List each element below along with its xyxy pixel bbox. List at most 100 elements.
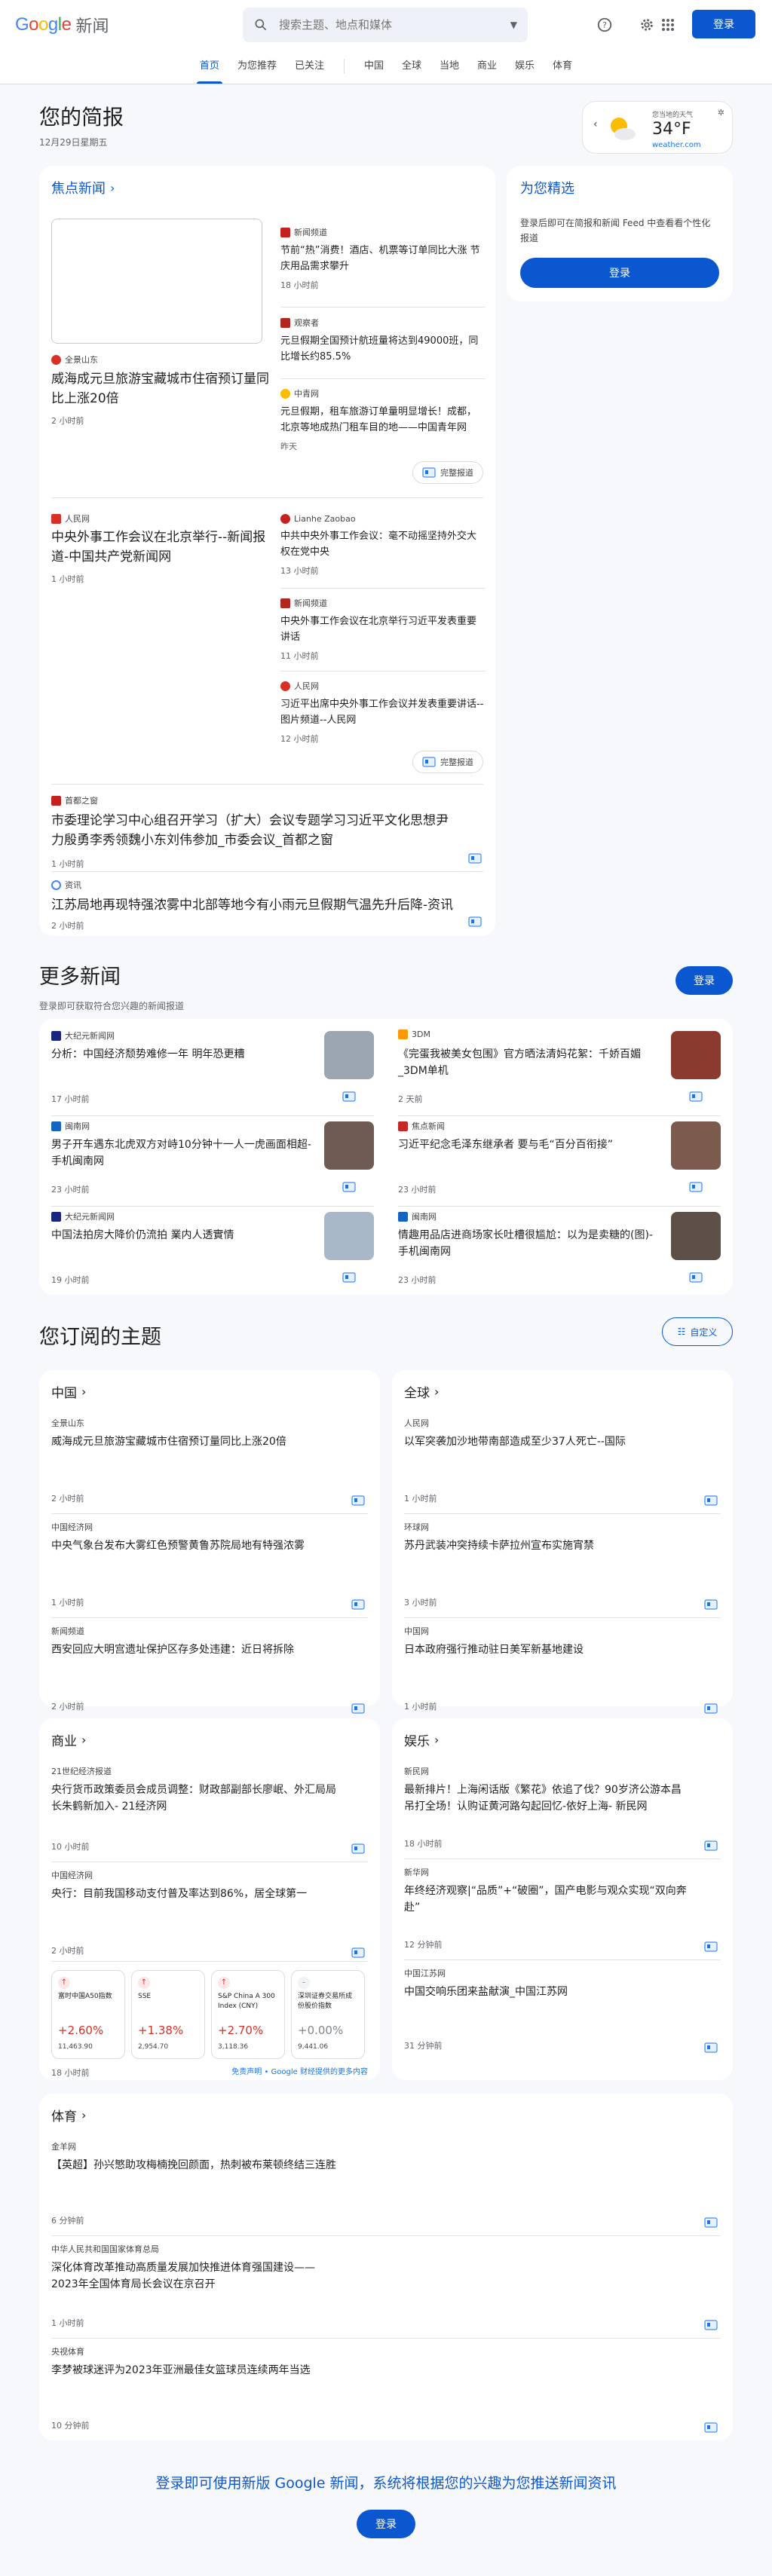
topic-story[interactable]: 中华人民共和国国家体育总局 深化体育改革推动高质量发展加快推进体育强国建设——20… [51, 2243, 721, 2335]
full-coverage-icon[interactable] [342, 1091, 356, 1102]
story-image[interactable] [51, 219, 262, 344]
tab-local[interactable]: 当地 [430, 49, 468, 84]
full-coverage-icon[interactable] [704, 1703, 718, 1714]
topic-story[interactable]: 全景山东 威海成元旦旅游宝藏城市住宿预订量同比上涨20倍 2 小时前 [51, 1417, 368, 1510]
full-coverage-icon[interactable] [704, 2320, 718, 2330]
full-coverage-icon[interactable] [704, 1840, 718, 1851]
weather-source[interactable]: weather.com [652, 141, 701, 149]
tab-world[interactable]: 全球 [393, 49, 430, 84]
header-signin-button[interactable]: 登录 [692, 10, 755, 38]
customize-button[interactable]: ☷ 自定义 [662, 1317, 733, 1346]
markets-disclaimer-link[interactable]: 免责声明 • Google 财经提供的更多内容 [231, 2065, 368, 2076]
headline[interactable]: 威海成元旦旅游宝藏城市住宿预订量同比上涨20倍 [51, 369, 270, 408]
story-thumbnail[interactable] [324, 1031, 374, 1079]
more-news-item[interactable]: 闽南网 情趣用品店进商场家长吐槽很尴尬：以为是卖糖的(图)-手机闽南网 23 小时前 [398, 1210, 721, 1292]
full-coverage-icon[interactable] [704, 1941, 718, 1952]
full-coverage-icon[interactable] [351, 1843, 365, 1854]
topic-heading[interactable]: 商业 › [51, 1730, 86, 1749]
topic-heading[interactable]: 全球 › [404, 1382, 439, 1401]
tab-china[interactable]: 中国 [355, 49, 393, 84]
chevron-down-icon[interactable]: ▼ [510, 20, 517, 30]
related-story[interactable]: 新闻频道 中央外事工作会议在北京举行习近平发表重要讲话 11 小时前 [280, 597, 486, 662]
market-tile[interactable]: ↑ S&P China A 300 Index (CNY) +2.70% 3,118.… [211, 1970, 285, 2059]
full-coverage-icon[interactable] [342, 1272, 356, 1283]
tab-sports[interactable]: 体育 [544, 49, 581, 84]
full-coverage-icon[interactable] [468, 853, 482, 864]
more-news-item[interactable]: 大纪元新闻网 中国法拍房大降价仍流拍 業内人透實情 19 小时前 [51, 1210, 374, 1292]
weather-label: 您当地的天气 [652, 112, 694, 119]
tab-following[interactable]: 已关注 [286, 49, 333, 84]
story-card[interactable]: 首都之窗 市委理论学习中心组召开学习（扩大）会议专题学习习近平文化思想尹力殷勇李… [51, 794, 483, 870]
full-coverage-icon[interactable] [704, 2422, 718, 2433]
more-news-item[interactable]: 3DM 《完蛋我被美女包围》官方晒法清妈花絮：千娇百媚_3DM单机 2 天前 [398, 1029, 721, 1111]
topic-story[interactable]: 中国江苏网 中国交响乐团来盐献演_中国江苏网 31 分钟前 [404, 1967, 721, 2057]
search-bar[interactable]: ▼ [243, 8, 528, 42]
topic-story[interactable]: 21世纪经济报道 央行货币政策委员会成员调整：财政部副部长廖岷、外汇局局长朱鹤新加… [51, 1765, 368, 1859]
full-coverage-icon[interactable] [704, 2217, 718, 2228]
topic-heading[interactable]: 体育 › [51, 2106, 86, 2125]
related-story[interactable]: 中青网 元旦假期，租车旅游订单量明显增长！成都，北京等地成热门租车目的地——中国… [280, 387, 486, 452]
market-tile[interactable]: ↑ 富时中国A50指数 +2.60% 11,463.90 [51, 1970, 125, 2059]
market-tile[interactable]: ↑ SSE +1.38% 2,954.70 [131, 1970, 205, 2059]
google-news-logo[interactable]: Google 新闻 [15, 13, 241, 37]
help-icon[interactable]: ? [593, 13, 617, 37]
topic-story[interactable]: 中国网 日本政府强行推动驻日美军新基地建设 1 小时前 [404, 1625, 721, 1718]
tab-business[interactable]: 商业 [468, 49, 506, 84]
full-coverage-icon[interactable] [689, 1182, 703, 1192]
topic-story[interactable]: 新民网 最新排片！上海闲话版《繁花》依追了伐？90岁济公游本昌吊打全场！认购证黄河… [404, 1765, 721, 1856]
footer-signin-button[interactable]: 登录 [357, 2510, 415, 2538]
topic-story[interactable]: 中国经济网 中央气象台发布大雾红色预警黄鲁苏院局地有特强浓雾 1 小时前 [51, 1521, 368, 1614]
topic-heading[interactable]: 娱乐 › [404, 1730, 439, 1749]
story-card[interactable]: 资讯 江苏局地再现特强浓雾中北部等地今有小雨元旦假期气温先升后降-资讯 [51, 868, 483, 915]
market-tile[interactable]: – 深圳证券交易所成份股价指数 +0.00% 9,441.06 [291, 1970, 365, 2059]
picks-signin-button[interactable]: 登录 [520, 258, 719, 288]
tab-home[interactable]: 首页 [191, 49, 228, 84]
weather-widget[interactable]: ‹ 您当地的天气 34°F weather.com ✲ [582, 101, 733, 154]
story-thumbnail[interactable] [671, 1121, 721, 1170]
full-coverage-icon[interactable] [704, 1599, 718, 1610]
tab-for-you[interactable]: 为您推荐 [228, 49, 286, 84]
story-thumbnail[interactable] [671, 1212, 721, 1260]
tab-entertainment[interactable]: 娱乐 [506, 49, 544, 84]
full-coverage-icon[interactable] [689, 1091, 703, 1102]
full-coverage-button[interactable]: 完整报道 [412, 461, 483, 484]
full-coverage-icon[interactable] [351, 1599, 365, 1610]
top-stories-heading[interactable]: 焦点新闻 › [51, 178, 115, 197]
full-coverage-button[interactable]: 完整报道 [412, 751, 483, 773]
more-news-item[interactable]: 大纪元新闻网 分析：中国经济颓势难修一年 明年恐更糟 17 小时前 [51, 1029, 374, 1111]
gear-icon[interactable]: ✲ [718, 108, 725, 118]
search-input[interactable] [279, 18, 510, 32]
full-coverage-icon[interactable] [689, 1272, 703, 1283]
full-coverage-icon[interactable] [704, 1495, 718, 1506]
more-signin-button[interactable]: 登录 [676, 966, 733, 995]
related-story[interactable]: 观察者 元旦假期全国预计航班量将达到49000班，同比增长约85.5% [280, 317, 486, 365]
chevron-left-icon[interactable]: ‹ [593, 118, 598, 130]
story-thumbnail[interactable] [324, 1212, 374, 1260]
topic-story[interactable]: 新闻频道 西安回应大明宫遗址保护区存多处违建：近日将拆除 2 小时前 [51, 1625, 368, 1718]
search-icon[interactable] [253, 17, 268, 32]
timestamp: 2 天前 [398, 1094, 423, 1104]
topic-heading[interactable]: 中国 › [51, 1382, 86, 1401]
full-coverage-icon[interactable] [342, 1182, 356, 1192]
topic-story[interactable]: 金羊网 【英超】孙兴慜助攻梅楠挽回颜面，热刺被布莱顿终结三连胜 6 分钟前 [51, 2140, 721, 2232]
topic-story[interactable]: 央视体育 李梦被球迷评为2023年亚洲最佳女篮球员连续两年当选 10 分钟前 [51, 2345, 721, 2437]
related-story[interactable]: Lianhe Zaobao 中共中央外事工作会议：毫不动摇坚持外交大权在党中央 … [280, 514, 486, 577]
topic-story[interactable]: 人民网 以军突袭加沙地带南部造成至少37人死亡--国际 1 小时前 [404, 1417, 721, 1510]
story-thumbnail[interactable] [671, 1031, 721, 1079]
topic-story[interactable]: 中国经济网 央行：目前我国移动支付普及率达到86%，居全球第一 2 小时前 [51, 1869, 368, 1963]
apps-grid-icon[interactable] [656, 13, 680, 37]
full-coverage-icon[interactable] [351, 1703, 365, 1714]
source-logo [280, 317, 290, 328]
topic-story[interactable]: 环球网 苏丹武装冲突持续卡萨拉州宣布实施宵禁 3 小时前 [404, 1521, 721, 1614]
full-coverage-icon[interactable] [351, 1947, 365, 1958]
full-coverage-icon[interactable] [351, 1495, 365, 1506]
full-coverage-icon[interactable] [468, 916, 482, 927]
story-thumbnail[interactable] [324, 1121, 374, 1170]
related-story[interactable]: 新闻频道 节前“热”消费！酒店、机票等订单同比大涨 节庆用品需求攀升 18 小时… [280, 226, 486, 291]
related-story[interactable]: 人民网 习近平出席中央外事工作会议并发表重要讲话--图片频道--人民网 12 小… [280, 680, 486, 745]
more-news-item[interactable]: 闽南网 男子开车遇东北虎双方对峙10分钟十一人一虎画面相超-手机闽南网 23 小时前 [51, 1120, 374, 1201]
headline[interactable]: 中央外事工作会议在北京举行--新闻报道-中国共产党新闻网 [51, 528, 277, 567]
more-news-item[interactable]: 焦点新闻 习近平纪念毛泽东继承者 要与毛“百分百衔接” 23 小时前 [398, 1120, 721, 1201]
full-coverage-icon[interactable] [704, 2042, 718, 2053]
topic-story[interactable]: 新华网 年终经济观察|“品质”+“破圈”，国产电影与观众实现“双向奔赴” 12 分钟… [404, 1866, 721, 1956]
